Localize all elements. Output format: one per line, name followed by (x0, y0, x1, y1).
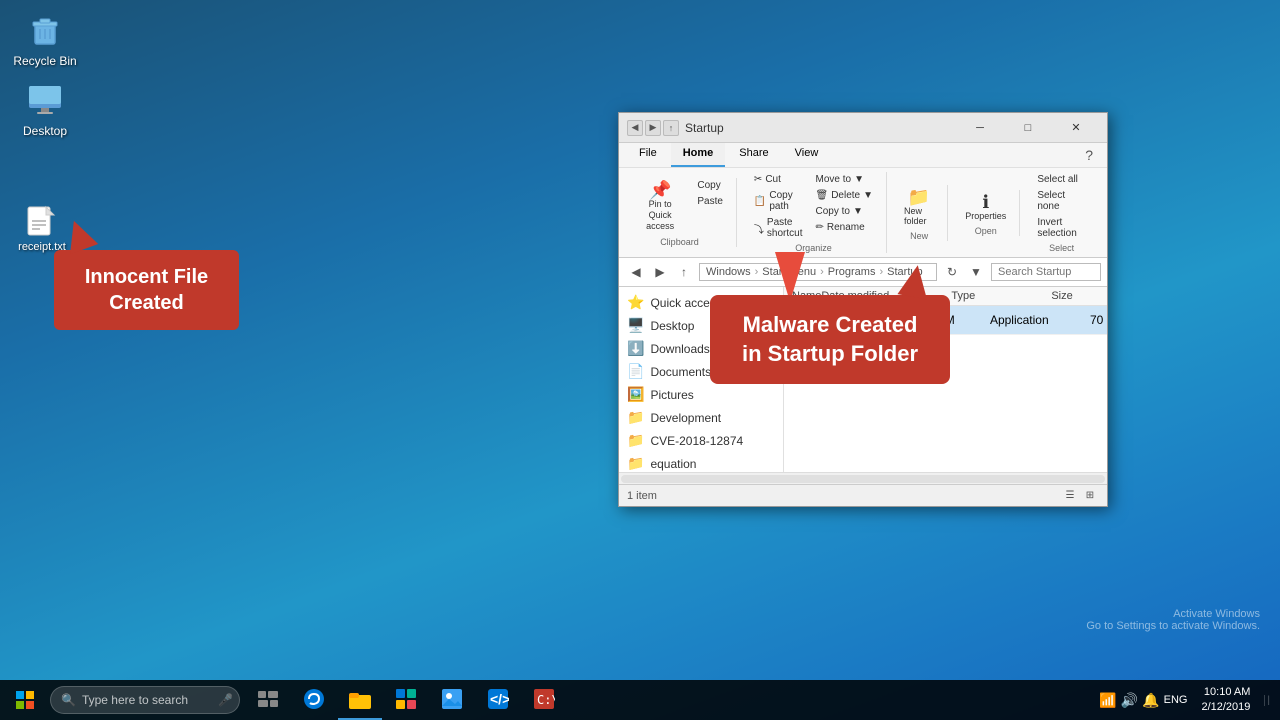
breadcrumb-programs[interactable]: Programs (828, 266, 876, 278)
innocent-file-callout: Innocent File Created (54, 250, 239, 330)
sidebar-item-pictures[interactable]: 🖼️ Pictures (619, 383, 783, 406)
ribbon: File Home Share View ? 📌 Pin to Quick ac… (619, 143, 1107, 258)
tab-view[interactable]: View (783, 143, 831, 167)
tab-share[interactable]: Share (727, 143, 780, 167)
start-button[interactable] (0, 680, 50, 720)
taskbar-search-icon: 🔍 (61, 693, 76, 707)
sidebar-item-development[interactable]: 📁 Development (619, 406, 783, 429)
breadcrumb-windows[interactable]: Windows (706, 266, 751, 278)
vscode-button[interactable]: </> (476, 680, 520, 720)
terminal-button[interactable]: C:\ (522, 680, 566, 720)
file-type: Application (990, 313, 1090, 327)
paste-shortcut-button[interactable]: ⤵ Paste shortcut (749, 215, 808, 241)
close-button[interactable]: ✕ (1053, 113, 1099, 143)
col-size[interactable]: Size (1051, 290, 1107, 302)
addr-refresh-button[interactable]: ↻ (941, 261, 963, 283)
paste-button[interactable]: Paste (692, 194, 728, 209)
window-title: Startup (685, 121, 724, 135)
nav-up-button[interactable]: ↑ (673, 261, 695, 283)
svg-text:</>: </> (490, 691, 509, 707)
pin-to-quick-access-button[interactable]: 📌 Pin to Quick access (631, 178, 689, 234)
clock-time: 10:10 AM (1204, 685, 1250, 700)
taskbar-search-input[interactable] (82, 693, 212, 707)
view-large-icons-button[interactable]: ⊞ (1081, 487, 1099, 505)
desktop: Recycle Bin Desktop receipt.txt (0, 0, 1280, 680)
sidebar-item-cve[interactable]: 📁 CVE-2018-12874 (619, 429, 783, 452)
notification-icon[interactable]: 🔔 (1142, 692, 1159, 709)
volume-icon[interactable]: 🔊 (1121, 692, 1138, 709)
system-clock[interactable]: 10:10 AM 2/12/2019 (1193, 685, 1258, 716)
recycle-bin-label: Recycle Bin (13, 54, 76, 68)
maximize-button[interactable]: □ (1005, 113, 1051, 143)
recycle-bin-icon[interactable]: Recycle Bin (10, 10, 80, 68)
ribbon-help-icon[interactable]: ? (1079, 143, 1099, 167)
task-view-button[interactable] (246, 680, 290, 720)
properties-button[interactable]: ℹ Properties (960, 190, 1011, 224)
status-bar: 1 item ☰ ⊞ (619, 484, 1107, 506)
malware-callout: Malware Created in Startup Folder (710, 295, 950, 384)
svg-text:C:\: C:\ (537, 693, 555, 707)
search-input[interactable] (991, 263, 1101, 281)
network-icon[interactable]: 📶 (1099, 692, 1116, 709)
desktop-icon-label: Desktop (23, 124, 67, 138)
view-details-button[interactable]: ☰ (1061, 487, 1079, 505)
cut-button[interactable]: ✂ Cut (749, 172, 808, 187)
system-tray: 📶 🔊 🔔 ENG (1099, 692, 1187, 709)
sidebar-item-equation[interactable]: 📁 equation (619, 452, 783, 472)
title-bar: ◀ ▶ ↑ Startup ─ □ ✕ (619, 113, 1107, 143)
minimize-button[interactable]: ─ (957, 113, 1003, 143)
tb-back-icon: ◀ (627, 120, 643, 136)
tab-home[interactable]: Home (671, 143, 726, 167)
address-bar: ◀ ▶ ↑ Windows › Start Menu › Programs › … (619, 258, 1107, 287)
nav-back-button[interactable]: ◀ (625, 261, 647, 283)
mic-icon[interactable]: 🎤 (218, 693, 233, 707)
new-folder-button[interactable]: 📁 New folder (899, 185, 939, 229)
edge-button[interactable] (292, 680, 336, 720)
taskbar: 🔍 🎤 (0, 680, 1280, 720)
select-none-button[interactable]: Select none (1032, 188, 1091, 214)
clock-date: 2/12/2019 (1201, 700, 1250, 715)
taskbar-right: 📶 🔊 🔔 ENG 10:10 AM 2/12/2019 | (1099, 685, 1280, 716)
delete-button[interactable]: 🗑 Delete ▼ (810, 188, 878, 203)
photos-button[interactable] (430, 680, 474, 720)
language-label[interactable]: ENG (1164, 694, 1188, 706)
taskbar-items: </> C:\ (246, 680, 566, 720)
taskbar-search-bar[interactable]: 🔍 🎤 (50, 686, 240, 714)
addr-expand-button[interactable]: ▼ (965, 261, 987, 283)
tb-forward-icon: ▶ (645, 120, 661, 136)
desktop-icon[interactable]: Desktop (10, 80, 80, 138)
store-button[interactable] (384, 680, 428, 720)
copy-path-button[interactable]: 📋 Copy path (749, 188, 808, 214)
rename-button[interactable]: ✏ Rename (810, 220, 878, 235)
tb-up-icon: ↑ (663, 120, 679, 136)
select-all-button[interactable]: Select all (1032, 172, 1091, 187)
file-explorer-button[interactable] (338, 680, 382, 720)
horizontal-scrollbar[interactable] (619, 472, 1107, 484)
copy-button[interactable]: Copy (692, 178, 728, 193)
status-count: 1 item (627, 490, 657, 502)
windows-activate-notice: Activate Windows Go to Settings to activ… (1086, 608, 1260, 632)
file-size: 70 KB (1090, 313, 1107, 327)
copy-to-button[interactable]: Copy to ▼ (810, 204, 878, 219)
col-type[interactable]: Type (951, 290, 1051, 302)
nav-forward-button[interactable]: ▶ (649, 261, 671, 283)
show-desktop-button[interactable]: | (1264, 695, 1272, 706)
invert-selection-button[interactable]: Invert selection (1032, 215, 1091, 241)
tab-file[interactable]: File (627, 143, 669, 167)
move-to-button[interactable]: Move to ▼ (810, 172, 878, 187)
